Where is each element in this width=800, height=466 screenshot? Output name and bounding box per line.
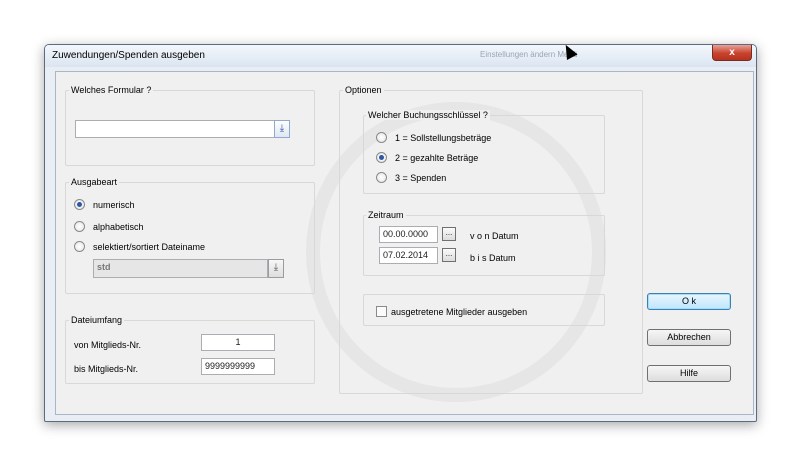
bis-datum-picker-button[interactable]: ... <box>442 248 456 262</box>
dateiname-dropdown-button[interactable]: ⤓ <box>268 259 284 278</box>
formular-dropdown-button[interactable]: ⤓ <box>274 120 290 138</box>
radio-selektiert[interactable] <box>74 241 85 252</box>
radio-sollstellung[interactable] <box>376 132 387 143</box>
dateiname-select[interactable]: std <box>93 259 268 278</box>
ok-button[interactable]: O k <box>647 293 731 310</box>
dialog-window: Zuwendungen/Spenden ausgeben Einstellung… <box>44 44 757 422</box>
radio-sollstellung-label: 1 = Sollstellungsbeträge <box>395 133 492 143</box>
window-title: Zuwendungen/Spenden ausgeben <box>52 50 205 61</box>
title-bar[interactable]: Zuwendungen/Spenden ausgeben Einstellung… <box>45 45 756 67</box>
formular-legend: Welches Formular ? <box>69 85 154 95</box>
help-button[interactable]: Hilfe <box>647 365 731 382</box>
ausgetretene-checkbox[interactable] <box>376 306 387 317</box>
ausgetretene-checkbox-label: ausgetretene Mitglieder ausgeben <box>391 307 528 317</box>
bis-mitglied-label: bis Mitglieds-Nr. <box>74 364 139 374</box>
von-datum-picker-button[interactable]: ... <box>442 227 456 241</box>
dialog-body: Welches Formular ? ⤓ Ausgabeart numerisc… <box>55 71 754 415</box>
close-icon: x <box>729 47 735 58</box>
radio-alphabetisch[interactable] <box>74 221 85 232</box>
von-datum-label: v o n Datum <box>470 231 519 241</box>
formular-select[interactable] <box>75 120 275 138</box>
radio-gezahlt[interactable] <box>376 152 387 163</box>
radio-numerisch-label: numerisch <box>93 200 135 210</box>
optionen-legend: Optionen <box>343 85 384 95</box>
bis-datum-input[interactable]: 07.02.2014 <box>379 247 438 264</box>
von-datum-input[interactable]: 00.00.0000 <box>379 226 438 243</box>
dateiumfang-legend: Dateiumfang <box>69 315 125 325</box>
radio-numerisch[interactable] <box>74 199 85 210</box>
zeitraum-legend: Zeitraum <box>366 210 406 220</box>
download-arrow-icon: ⤓ <box>279 123 285 134</box>
radio-selektiert-label: selektiert/sortiert Dateiname <box>93 242 206 252</box>
download-arrow-icon: ⤓ <box>273 262 279 273</box>
radio-spenden[interactable] <box>376 172 387 183</box>
radio-gezahlt-label: 2 = gezahlte Beträge <box>395 153 479 163</box>
dateiumfang-group <box>65 320 315 384</box>
radio-spenden-label: 3 = Spenden <box>395 173 447 183</box>
ausgabeart-legend: Ausgabeart <box>69 177 120 187</box>
cancel-button[interactable]: Abbrechen <box>647 329 731 346</box>
buchung-legend: Welcher Buchungsschlüssel ? <box>366 110 490 120</box>
bis-mitglied-input[interactable]: 9999999999 <box>201 358 275 375</box>
von-mitglied-input[interactable]: 1 <box>201 334 275 351</box>
von-mitglied-label: von Mitglieds-Nr. <box>74 340 142 350</box>
radio-alphabetisch-label: alphabetisch <box>93 222 144 232</box>
bis-datum-label: b i s Datum <box>470 253 516 263</box>
close-button[interactable]: x <box>712 45 752 61</box>
zeitraum-group <box>363 215 605 276</box>
